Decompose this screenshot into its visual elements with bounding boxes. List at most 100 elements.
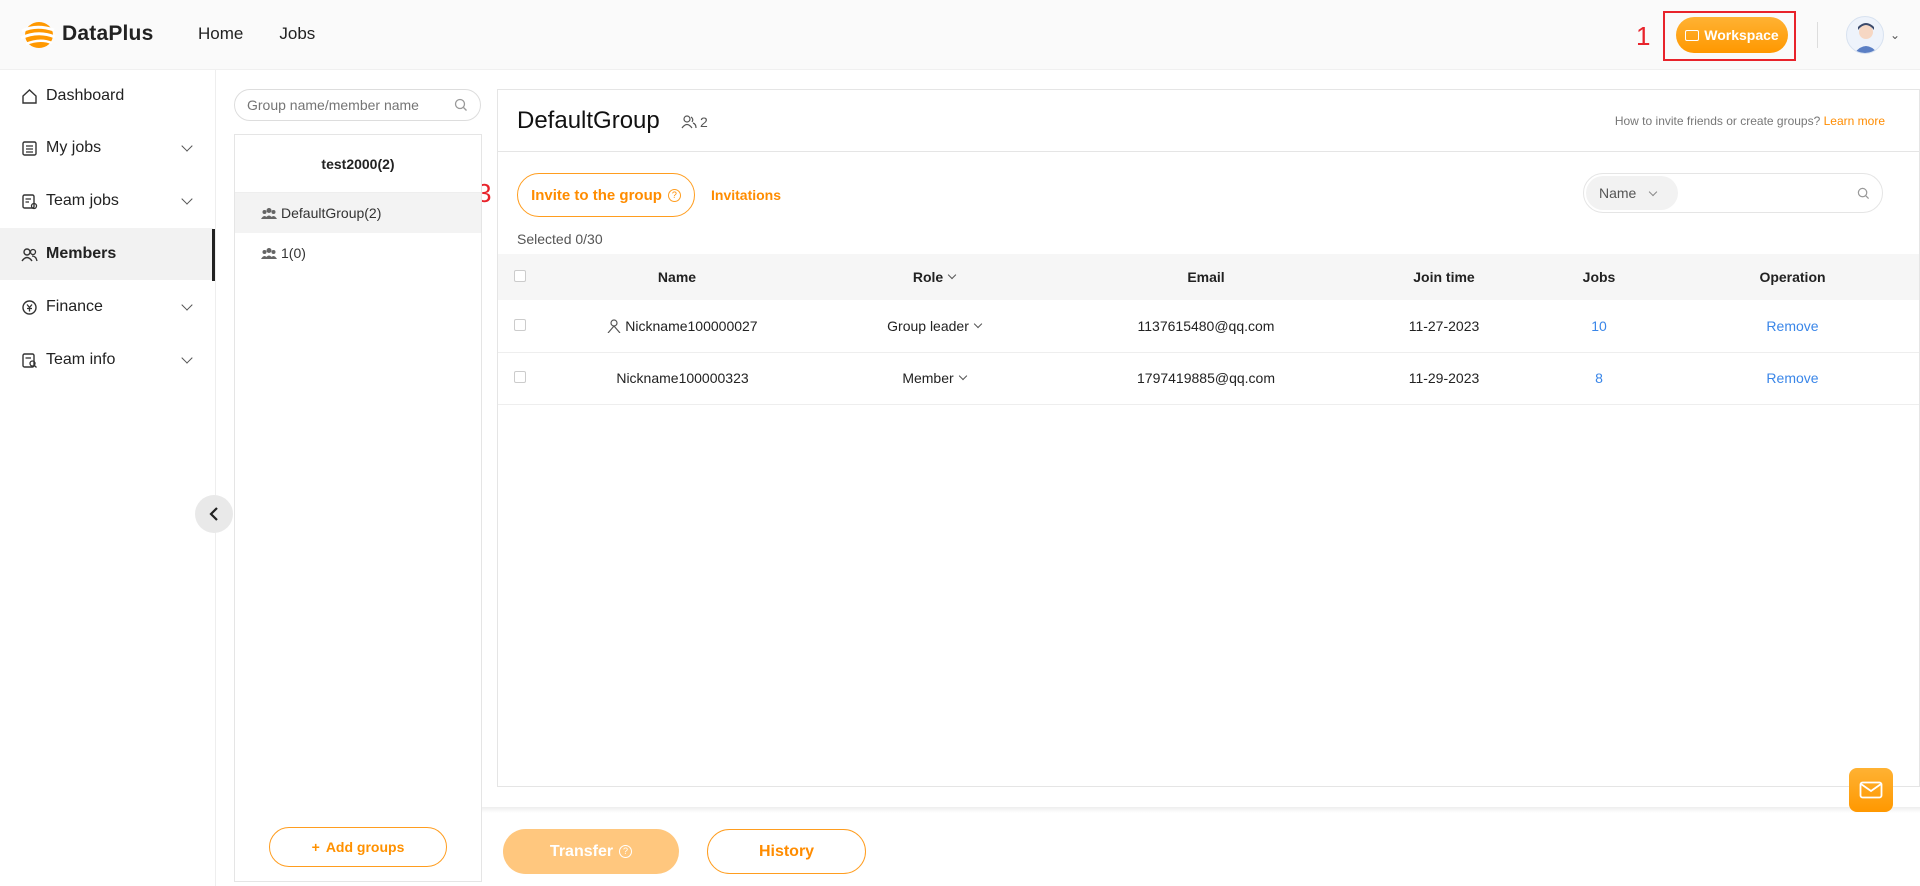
annotation-box-workspace — [1663, 11, 1796, 61]
column-header-email: Email — [1187, 269, 1225, 285]
row-checkbox[interactable] — [514, 318, 526, 331]
members-icon — [681, 115, 697, 129]
nav-jobs[interactable]: Jobs — [279, 24, 315, 44]
remove-member-button[interactable]: Remove — [1766, 318, 1818, 334]
invite-to-group-button[interactable]: Invite to the group ? — [517, 173, 695, 217]
row-check-cell — [498, 352, 542, 405]
invitations-link[interactable]: Invitations — [711, 187, 781, 203]
member-jobs-link[interactable]: 10 — [1591, 318, 1607, 334]
list-icon — [20, 139, 38, 157]
member-role-cell[interactable]: Group leader — [812, 300, 1056, 353]
column-header-role[interactable]: Role — [812, 254, 1056, 300]
transfer-button[interactable]: Transfer ? — [503, 829, 679, 874]
chevron-down-icon — [181, 140, 193, 152]
group-item-1[interactable]: 1(0) — [235, 233, 481, 273]
sidebar-item-label: Members — [46, 245, 117, 262]
group-header: DefaultGroup 2 How to invite friends or … — [498, 90, 1920, 152]
table-row: Nickname100000027 Group leader 113761548… — [498, 300, 1919, 353]
logo-globe-icon — [20, 22, 56, 48]
filter-field-select[interactable]: Name — [1586, 176, 1678, 210]
footer-divider — [482, 807, 1920, 813]
member-email: 1137615480@qq.com — [1056, 300, 1356, 353]
finance-icon — [20, 298, 38, 316]
group-icon — [261, 207, 277, 219]
team-title: test2000(2) — [235, 135, 481, 193]
avatar-chevron-down-icon[interactable]: ⌄ — [1890, 28, 1900, 42]
select-all-checkbox[interactable] — [514, 270, 526, 282]
sidebar-item-dashboard[interactable]: Dashboard — [0, 70, 213, 122]
group-search-box — [234, 89, 481, 121]
member-count: 2 — [681, 114, 708, 130]
help-question: How to invite friends or create groups? — [1614, 114, 1821, 128]
member-role: Member — [902, 370, 954, 386]
team-info-icon — [20, 351, 38, 369]
chevron-left-icon — [209, 507, 218, 521]
column-header-operation: Operation — [1759, 269, 1826, 285]
transfer-label: Transfer — [549, 842, 614, 860]
sidebar-item-finance[interactable]: Finance — [0, 281, 213, 333]
add-groups-label: Add groups — [325, 839, 405, 855]
sidebar-item-team-info[interactable]: Team info — [0, 334, 213, 386]
sidebar-item-label: Team info — [46, 351, 116, 368]
chevron-down-icon — [947, 270, 957, 280]
history-button[interactable]: History — [707, 829, 866, 874]
member-name-cell: Nickname100000323 — [542, 352, 812, 405]
annotation-number: 1 — [1636, 21, 1651, 51]
member-name: Nickname100000323 — [616, 370, 749, 386]
remove-member-button[interactable]: Remove — [1766, 370, 1818, 386]
member-jobs-link[interactable]: 8 — [1595, 370, 1603, 386]
message-button[interactable] — [1849, 768, 1893, 812]
sidebar-item-members[interactable]: Members — [0, 228, 213, 280]
top-header: DataPlus Home Jobs Workspace ⌄ — [0, 0, 1920, 70]
search-icon[interactable] — [454, 98, 468, 112]
group-search-input[interactable] — [247, 97, 447, 113]
column-header-label: Role — [912, 269, 944, 285]
top-nav: Home Jobs — [198, 24, 315, 44]
sidebar-item-label: Team jobs — [46, 192, 119, 209]
search-icon[interactable] — [1857, 187, 1870, 200]
chevron-down-icon — [973, 319, 983, 328]
home-icon — [20, 87, 38, 105]
member-filter: Name — [1583, 173, 1883, 213]
group-leader-icon — [607, 319, 621, 334]
filter-search-input[interactable] — [1684, 182, 1844, 206]
chevron-down-icon — [958, 371, 967, 381]
selected-count: Selected 0/30 — [517, 231, 603, 247]
column-header-join-time: Join time — [1413, 269, 1475, 285]
group-item-defaultgroup[interactable]: DefaultGroup(2) — [235, 193, 481, 233]
avatar[interactable] — [1846, 16, 1884, 54]
chevron-down-icon — [181, 352, 193, 364]
nav-home[interactable]: Home — [198, 24, 243, 44]
member-role: Group leader — [887, 317, 969, 334]
filter-field-value: Name — [1599, 185, 1637, 201]
members-table: Name Role Email Join time Jobs Operation… — [498, 254, 1919, 405]
group-panel: test2000(2) DefaultGroup(2) 1(0) + Add g… — [234, 134, 482, 882]
column-header-jobs: Jobs — [1582, 269, 1616, 285]
add-groups-button[interactable]: + Add groups — [269, 827, 447, 867]
member-role-cell[interactable]: Member — [812, 352, 1056, 405]
sidebar-item-team-jobs[interactable]: Team jobs — [0, 175, 213, 227]
header-divider — [1817, 22, 1818, 48]
help-text: How to invite friends or create groups? … — [1615, 114, 1885, 128]
member-join-time: 11-27-2023 — [1356, 300, 1532, 353]
group-title: DefaultGroup — [517, 107, 660, 134]
member-name: Nickname100000027 — [625, 317, 758, 334]
user-avatar-icon — [1854, 23, 1878, 53]
collapse-sidebar-button[interactable] — [195, 495, 233, 533]
sidebar-item-my-jobs[interactable]: My jobs — [0, 122, 213, 174]
column-header-name: Name — [657, 269, 697, 285]
question-icon: ? — [667, 188, 681, 202]
learn-more-link[interactable]: Learn more — [1824, 114, 1885, 128]
member-count-value: 2 — [700, 114, 708, 130]
chevron-down-icon — [181, 193, 193, 205]
group-item-label: DefaultGroup(2) — [281, 205, 382, 221]
sidebar-item-label: Finance — [46, 298, 103, 315]
team-jobs-icon — [20, 192, 38, 210]
row-check-cell — [498, 300, 542, 353]
row-checkbox[interactable] — [514, 371, 526, 383]
plus-icon: + — [311, 839, 320, 855]
invite-label: Invite to the group — [531, 186, 662, 204]
logo[interactable]: DataPlus — [18, 18, 153, 50]
select-all-cell — [498, 254, 542, 300]
group-icon — [261, 247, 277, 259]
